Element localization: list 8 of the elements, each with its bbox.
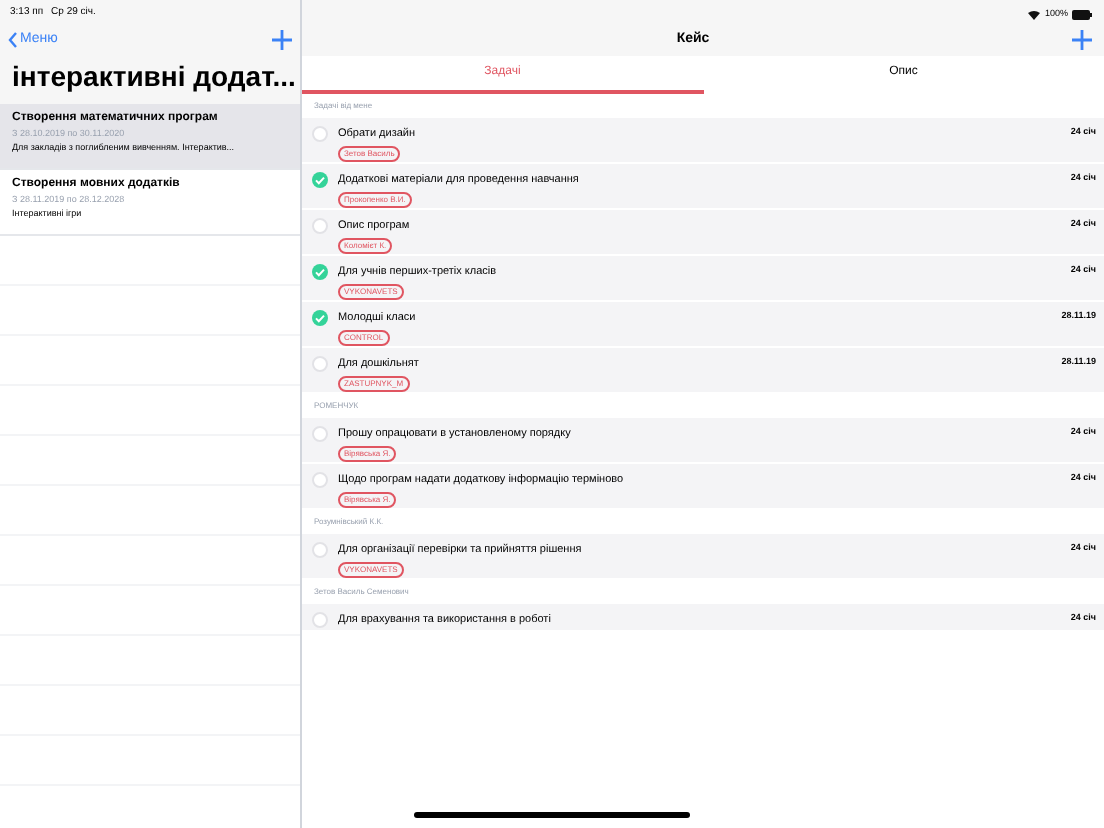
check-icon[interactable] [312, 172, 328, 188]
chevron-left-icon [8, 32, 18, 48]
add-icon[interactable] [272, 30, 292, 50]
add-icon[interactable] [1072, 30, 1092, 50]
battery-icon [1072, 9, 1092, 19]
wifi-icon [1028, 9, 1041, 19]
check-icon[interactable] [312, 264, 328, 280]
check-icon[interactable] [312, 310, 328, 326]
